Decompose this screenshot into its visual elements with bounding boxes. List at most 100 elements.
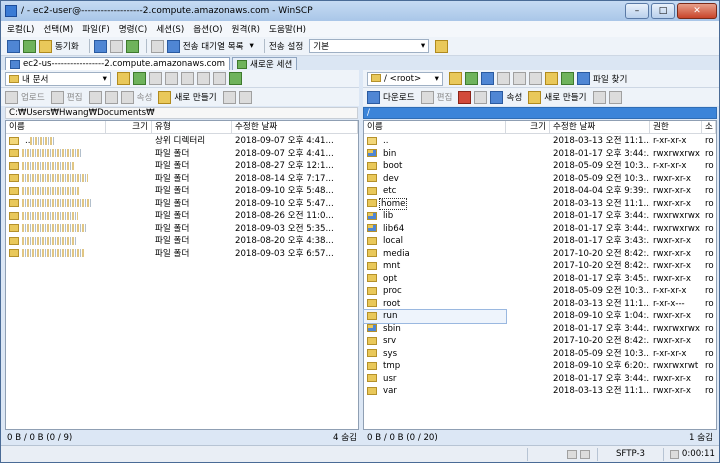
parent-dir-icon[interactable] <box>513 72 526 85</box>
table-row[interactable]: sbin 2018-01-17 오후 3:44:... rwxrwxrwx ro <box>364 323 716 336</box>
menu-session[interactable]: 세션(S) <box>156 23 184 35</box>
delete-icon[interactable] <box>458 90 472 104</box>
right-col-name[interactable]: 이름 <box>364 121 506 133</box>
right-dir-select[interactable]: / <root> ▾ <box>367 71 443 86</box>
left-col-modified[interactable]: 수정한 날짜 <box>232 121 358 133</box>
menu-local[interactable]: 로컬(L) <box>7 23 34 35</box>
maximize-button[interactable]: □ <box>651 3 675 19</box>
table-row[interactable]: run 2018-09-10 오후 1:04:... rwxr-xr-x ro <box>363 309 716 324</box>
plus-icon[interactable] <box>222 90 236 104</box>
open-folder-icon[interactable] <box>449 72 462 85</box>
table-row[interactable]: 파일 폴더 2018-08-20 오후 4:38... <box>6 235 358 248</box>
right-edit-button[interactable]: 편집 <box>437 91 453 103</box>
tab-session[interactable]: ec2-us-----------------2.compute.amazona… <box>5 57 231 70</box>
queue-icon[interactable] <box>166 39 180 53</box>
root-dir-icon[interactable] <box>197 72 210 85</box>
table-row[interactable]: var 2018-03-13 오전 11:1... rwxr-xr-x ro <box>364 385 716 398</box>
putty-icon[interactable] <box>109 39 123 53</box>
menu-remote[interactable]: 원격(R) <box>232 23 261 35</box>
table-row[interactable]: 파일 폴더 2018-09-03 오후 6:57... <box>6 248 358 261</box>
left-col-type[interactable]: 유형 <box>152 121 232 133</box>
table-row[interactable]: opt 2018-01-17 오후 3:45:... rwxr-xr-x ro <box>364 273 716 286</box>
close-button[interactable]: ✕ <box>677 3 717 19</box>
left-edit-button[interactable]: 편집 <box>67 91 83 103</box>
compare-icon[interactable] <box>23 39 36 53</box>
sync-icon[interactable] <box>39 39 52 53</box>
minus-icon[interactable] <box>238 90 252 104</box>
home-icon[interactable] <box>545 72 558 85</box>
menu-options[interactable]: 옵션(O) <box>193 23 222 35</box>
right-col-owner[interactable]: 소 <box>702 121 716 133</box>
find-files-button[interactable]: 파일 찾기 <box>593 73 627 85</box>
table-row[interactable]: etc 2018-04-04 오후 9:39:... rwxr-xr-x ro <box>364 185 716 198</box>
table-row[interactable]: tmp 2018-09-10 오후 6:20:... rwxrwxrwt ro <box>364 360 716 373</box>
left-col-name[interactable]: 이름 <box>6 121 106 133</box>
parent-dir-icon[interactable] <box>181 72 194 85</box>
left-properties-button[interactable]: 속성 <box>137 91 153 103</box>
table-row[interactable]: mnt 2017-10-20 오전 8:42:... rwxr-xr-x ro <box>364 260 716 273</box>
table-row[interactable]: sys 2018-05-09 오전 10:3... r-xr-xr-x ro <box>364 348 716 361</box>
table-row[interactable]: media 2017-10-20 오전 8:42:... rwxr-xr-x ro <box>364 248 716 261</box>
rename-icon[interactable] <box>104 90 118 104</box>
table-row[interactable]: 파일 폴더 2018-09-10 오후 5:48... <box>6 185 358 198</box>
table-row[interactable]: 파일 폴더 2018-09-10 오후 5:47... <box>6 198 358 211</box>
transfer-options-icon[interactable] <box>435 39 449 53</box>
synchronize-button[interactable]: 동기화 <box>55 40 79 52</box>
table-row[interactable]: boot 2018-05-09 오전 10:3... r-xr-xr-x ro <box>364 160 716 173</box>
refresh-icon[interactable] <box>229 72 242 85</box>
right-new-button[interactable]: 새로 만들기 <box>544 91 586 103</box>
minus-icon[interactable] <box>608 90 622 104</box>
menu-help[interactable]: 도움말(H) <box>269 23 306 35</box>
rename-icon[interactable] <box>474 90 488 104</box>
root-dir-icon[interactable] <box>529 72 542 85</box>
forward-icon[interactable] <box>497 72 510 85</box>
minimize-button[interactable]: – <box>625 3 649 19</box>
left-file-list[interactable]: 이름 크기 유형 수정한 날짜 .. 상위 디렉터리 2018-09-07 오후 4… <box>5 120 359 430</box>
filter-icon[interactable] <box>465 72 478 85</box>
table-row[interactable]: .. 2018-03-13 오전 11:1... r-xr-xr-x ro <box>364 135 716 148</box>
right-col-modified[interactable]: 수정한 날짜 <box>550 121 650 133</box>
table-row[interactable]: srv 2017-10-20 오전 8:42:... rwxr-xr-x ro <box>364 335 716 348</box>
left-new-button[interactable]: 새로 만들기 <box>174 91 216 103</box>
table-row[interactable]: 파일 폴더 2018-08-14 오후 7:17... <box>6 173 358 186</box>
table-row[interactable]: usr 2018-01-17 오후 3:44:... rwxr-xr-x ro <box>364 373 716 386</box>
menu-commands[interactable]: 명령(C) <box>119 23 148 35</box>
table-row[interactable]: 파일 폴더 2018-09-07 오후 4:41... <box>6 148 358 161</box>
left-drive-select[interactable]: 내 문서 ▾ <box>5 71 111 86</box>
queue-list-button[interactable]: 전송 대기열 목록 <box>183 40 244 52</box>
table-row[interactable]: local 2018-01-17 오후 3:43:... rwxr-xr-x ro <box>364 235 716 248</box>
table-row[interactable]: proc 2018-05-09 오전 10:3... r-xr-xr-x ro <box>364 285 716 298</box>
right-file-list[interactable]: 이름 크기 수정한 날짜 권한 소 .. 2018-03-13 오전 11:1..… <box>363 120 717 430</box>
table-row[interactable]: .. 상위 디렉터리 2018-09-07 오후 4:41... <box>6 135 358 148</box>
upload-button[interactable]: 업로드 <box>21 91 45 103</box>
plus-icon[interactable] <box>592 90 606 104</box>
table-row[interactable]: 파일 폴더 2018-09-03 오전 5:35... <box>6 223 358 236</box>
gear-icon[interactable] <box>150 39 164 53</box>
back-icon[interactable] <box>149 72 162 85</box>
table-row[interactable]: 파일 폴더 2018-08-27 오후 12:1... <box>6 160 358 173</box>
tab-new-session[interactable]: 새로운 세션 <box>232 57 298 70</box>
open-folder-icon[interactable] <box>117 72 130 85</box>
menu-mark[interactable]: 선택(M) <box>43 23 73 35</box>
table-row[interactable]: lib64 2018-01-17 오후 3:44:... rwxrwxrwx ro <box>364 223 716 236</box>
table-row[interactable]: home 2018-03-13 오전 11:1... rwxr-xr-x ro <box>364 197 716 211</box>
left-col-size[interactable]: 크기 <box>106 121 152 133</box>
table-row[interactable]: dev 2018-05-09 오전 10:3... rwxr-xr-x ro <box>364 173 716 186</box>
filter-icon[interactable] <box>133 72 146 85</box>
table-row[interactable]: 파일 폴더 2018-08-26 오전 11:0... <box>6 210 358 223</box>
menu-files[interactable]: 파일(F) <box>82 23 109 35</box>
transfer-settings-select[interactable]: 기본 ▾ <box>309 39 430 53</box>
table-row[interactable]: root 2018-03-13 오전 11:1... r-xr-x--- ro <box>364 298 716 311</box>
refresh-icon[interactable] <box>561 72 574 85</box>
delete-icon[interactable] <box>88 90 102 104</box>
back-icon[interactable] <box>481 72 494 85</box>
right-properties-button[interactable]: 속성 <box>506 91 522 103</box>
right-col-rights[interactable]: 권한 <box>650 121 702 133</box>
forward-icon[interactable] <box>165 72 178 85</box>
download-button[interactable]: 다운로드 <box>383 91 415 103</box>
refresh-icon[interactable] <box>125 39 139 53</box>
home-icon[interactable] <box>213 72 226 85</box>
terminal-icon[interactable] <box>93 39 107 53</box>
preferences-icon[interactable] <box>7 39 20 53</box>
queue-dropdown-icon[interactable]: ▾ <box>250 41 254 51</box>
